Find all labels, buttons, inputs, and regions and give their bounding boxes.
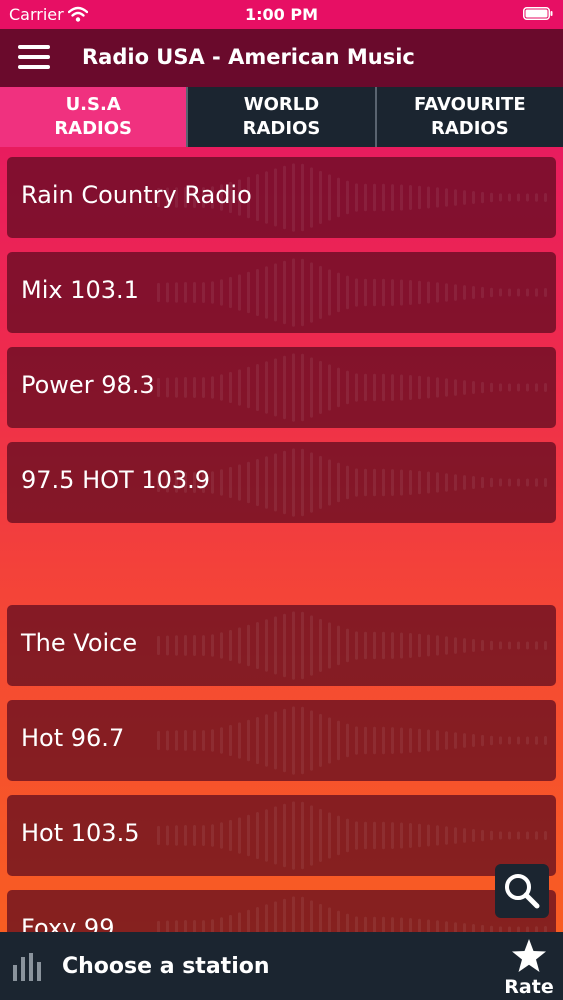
battery-icon (523, 7, 553, 20)
station-item[interactable]: Hot 103.5 (7, 795, 556, 876)
tab-usa-radios[interactable]: U.S.A RADIOS (0, 87, 187, 147)
tab-bar: U.S.A RADIOS WORLD RADIOS FAVOURITE RADI… (0, 87, 563, 147)
tab-label-line1: U.S.A (65, 94, 121, 115)
status-time: 1:00 PM (244, 5, 318, 24)
station-item[interactable]: Hot 96.7 (7, 700, 556, 781)
tab-label-line2: RADIOS (242, 118, 321, 139)
tab-label-line2: RADIOS (54, 118, 133, 139)
station-item[interactable]: 97.5 HOT 103.9 (7, 442, 556, 523)
tab-label-line2: RADIOS (430, 118, 509, 139)
page-title: Radio USA - American Music (82, 45, 415, 69)
station-name: The Voice (21, 629, 138, 657)
station-name: Hot 103.5 (21, 819, 140, 847)
station-name: Power 98.3 (21, 371, 155, 399)
player-bar: Choose a station Rate (0, 932, 563, 1000)
station-item[interactable]: The Voice (7, 605, 556, 686)
tab-label-line1: WORLD (243, 94, 320, 115)
star-icon (512, 939, 546, 972)
station-item[interactable]: Rain Country Radio (7, 157, 556, 238)
now-playing-label: Choose a station (62, 954, 270, 979)
hamburger-menu-icon[interactable] (18, 43, 50, 71)
rate-label: Rate (504, 976, 554, 998)
tab-favourite-radios[interactable]: FAVOURITE RADIOS (374, 87, 563, 147)
search-icon (505, 874, 540, 909)
station-name: Mix 103.1 (21, 276, 139, 304)
station-item[interactable]: Mix 103.1 (7, 252, 556, 333)
tab-world-radios[interactable]: WORLD RADIOS (186, 87, 374, 147)
station-item[interactable]: Power 98.3 (7, 347, 556, 428)
rate-button[interactable]: Rate (500, 938, 558, 998)
search-button[interactable] (495, 864, 549, 918)
tab-label-line1: FAVOURITE (414, 94, 526, 115)
audio-bars-icon (13, 953, 41, 981)
status-bar: Carrier 1:00 PM (0, 0, 563, 29)
station-name: Rain Country Radio (21, 181, 252, 209)
station-name: 97.5 HOT 103.9 (21, 466, 210, 494)
station-name: Hot 96.7 (21, 724, 125, 752)
app-header: Radio USA - American Music (0, 29, 563, 87)
